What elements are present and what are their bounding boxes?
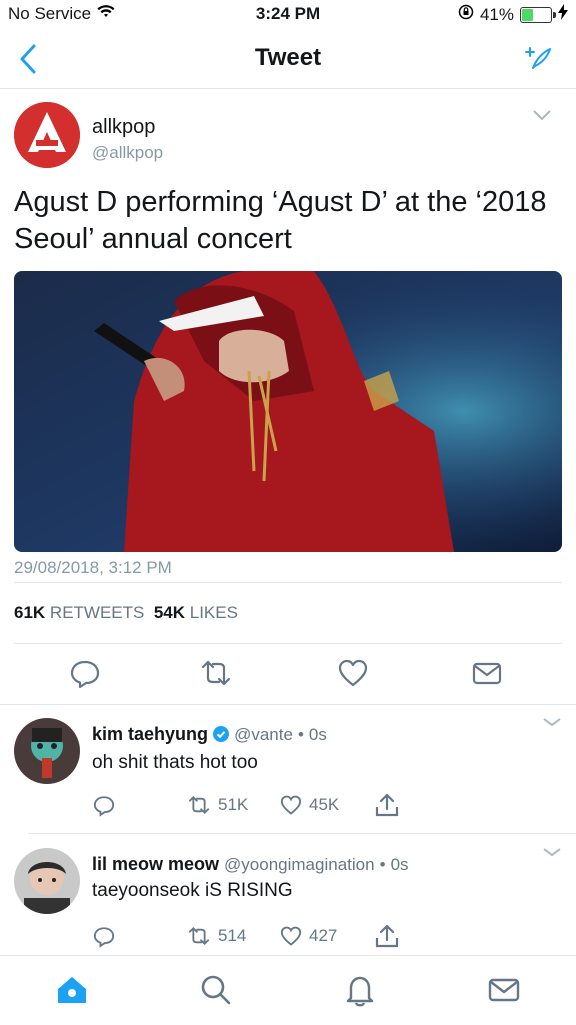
orientation-lock-icon	[458, 4, 474, 25]
chevron-down-icon[interactable]	[542, 716, 562, 734]
avatar[interactable]	[14, 848, 80, 914]
divider	[14, 582, 562, 583]
reply-time: 0s	[390, 855, 409, 874]
retweet-button[interactable]: 514	[186, 924, 246, 948]
battery-icon	[520, 6, 556, 23]
like-icon[interactable]	[336, 656, 370, 690]
concert-photo	[14, 271, 562, 552]
separator-dot: •	[297, 725, 304, 744]
like-icon	[280, 926, 302, 946]
page-title: Tweet	[254, 44, 322, 71]
status-bar: No Service 3:24 PM 41%	[0, 0, 576, 30]
reply-author[interactable]: kim taehyung @vante • 0s	[92, 724, 327, 747]
chevron-down-icon[interactable]	[532, 108, 552, 126]
author-handle[interactable]: @allkpop	[92, 143, 163, 163]
retweet-count: 51K	[218, 795, 249, 814]
search-icon[interactable]	[198, 972, 234, 1008]
tweet-text: Agust D performing ‘Agust D’ at the ‘201…	[14, 186, 547, 255]
likes-count[interactable]: 54K	[154, 603, 185, 622]
verified-icon	[213, 726, 230, 747]
status-right: 41%	[458, 4, 568, 25]
tweet-timestamp: 29/08/2018, 3:12 PM	[14, 558, 172, 577]
reply-text: oh shit thats hot too	[92, 752, 258, 773]
reply-icon[interactable]	[92, 793, 116, 817]
likes-label[interactable]: LIKES	[190, 603, 238, 622]
reply-time: 0s	[308, 725, 327, 744]
retweet-count: 514	[218, 926, 247, 945]
share-icon[interactable]	[374, 924, 400, 948]
tweet-actions	[0, 656, 576, 692]
like-count: 427	[309, 926, 338, 945]
author-name[interactable]: allkpop	[92, 116, 155, 139]
battery-percent: 41%	[479, 4, 514, 24]
retweets-count[interactable]: 61K	[14, 603, 45, 622]
allkpop-logo	[14, 102, 80, 168]
notifications-icon[interactable]	[342, 972, 378, 1008]
reply-icon[interactable]	[68, 656, 102, 690]
reply-author-name[interactable]: kim taehyung	[92, 724, 208, 744]
reply-tweet[interactable]: lil meow meow @yoongimagination • 0s tae…	[0, 834, 576, 954]
chevron-down-icon[interactable]	[542, 846, 562, 864]
retweet-button[interactable]: 51K	[186, 793, 248, 817]
reply-tweet[interactable]: kim taehyung @vante • 0s oh shit thats h…	[0, 704, 576, 834]
separator-dot: •	[379, 855, 386, 874]
like-button[interactable]: 45K	[279, 793, 339, 817]
share-icon[interactable]	[374, 793, 400, 817]
compose-icon[interactable]	[524, 44, 554, 74]
like-button[interactable]: 427	[279, 924, 337, 948]
reply-handle[interactable]: @yoongimagination	[224, 855, 375, 874]
share-icon[interactable]	[470, 656, 504, 690]
like-icon	[280, 795, 302, 815]
tweet-header: allkpop @allkpop	[14, 102, 562, 172]
retweet-icon	[188, 795, 210, 815]
retweet-icon	[188, 926, 210, 946]
battery-fill	[522, 8, 533, 21]
reply-author[interactable]: lil meow meow @yoongimagination • 0s	[92, 854, 409, 875]
reply-author-name[interactable]: lil meow meow	[92, 854, 219, 874]
messages-icon[interactable]	[486, 972, 522, 1008]
tweet-stats: 61K RETWEETS 54K LIKES	[14, 603, 238, 623]
retweets-label[interactable]: RETWEETS	[50, 603, 144, 622]
home-icon[interactable]	[54, 972, 90, 1008]
avatar[interactable]	[14, 718, 80, 784]
retweet-icon[interactable]	[199, 656, 233, 690]
reply-icon[interactable]	[92, 924, 116, 948]
divider	[14, 643, 562, 644]
avatar[interactable]	[14, 102, 80, 168]
like-count: 45K	[309, 795, 340, 814]
reply-handle[interactable]: @vante	[234, 725, 293, 744]
charging-icon	[558, 4, 568, 25]
reply-text: taeyoonseok iS RISING	[92, 880, 293, 901]
tab-bar	[0, 955, 576, 1025]
tweet-media-image[interactable]	[14, 271, 562, 552]
nav-bar: Tweet	[0, 30, 576, 89]
